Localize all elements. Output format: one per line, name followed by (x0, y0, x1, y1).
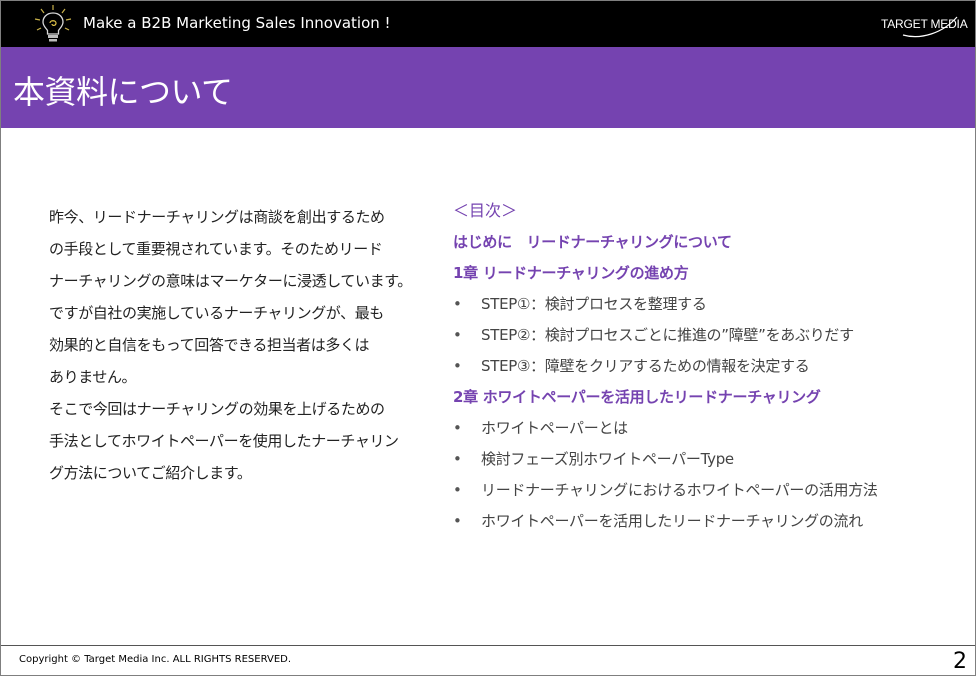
intro-line: ナーチャリングの意味はマーケターに浸透しています。 (49, 272, 412, 290)
bullet-icon: • (453, 357, 462, 375)
intro-line: 効果的と自信をもって回答できる担当者は多くは (49, 336, 370, 354)
intro-line: 手法としてホワイトペーパーを使用したナーチャリン (49, 432, 399, 450)
toc-item-label: STEP③：障壁をクリアするための情報を決定する (481, 357, 810, 375)
logo-swoosh-icon (902, 16, 958, 38)
intro-line: の手段として重要視されています。そのためリード (49, 240, 383, 258)
page-title: 本資料について (13, 73, 233, 111)
intro-line: ですが自社の実施しているナーチャリングが、最も (49, 304, 384, 322)
page-number: 2 (953, 649, 967, 674)
toc-chapter-2: 2章 ホワイトペーパーを活用したリードナーチャリング (453, 388, 821, 406)
bullet-icon: • (453, 295, 462, 313)
footer-divider (1, 645, 975, 646)
bullet-icon: • (453, 450, 462, 468)
toc-item-label: ホワイトペーパーとは (481, 419, 628, 437)
intro-line: 昨今、リードナーチャリングは商談を創出するため (49, 208, 385, 226)
header-tagline: Make a B2B Marketing Sales Innovation ! (83, 14, 391, 32)
toc-item: • 検討フェーズ別ホワイトペーパーType (453, 445, 953, 476)
slide: Make a B2B Marketing Sales Innovation ! … (0, 0, 976, 676)
toc-item-label: STEP②：検討プロセスごとに推進の”障壁”をあぶりだす (481, 326, 854, 344)
toc-item: • STEP②：検討プロセスごとに推進の”障壁”をあぶりだす (453, 321, 953, 352)
intro-line: ありません。 (49, 368, 137, 386)
bullet-icon: • (453, 512, 462, 530)
bullet-icon: • (453, 481, 462, 499)
intro-line: グ方法についてご紹介します。 (49, 464, 252, 482)
toc-item-label: STEP①：検討プロセスを整理する (481, 295, 707, 313)
toc-item: • STEP①：検討プロセスを整理する (453, 290, 953, 321)
target-media-logo: TARGET MEDIA (881, 13, 968, 39)
toc-item-label: リードナーチャリングにおけるホワイトペーパーの活用方法 (481, 481, 878, 499)
lightbulb-icon (34, 5, 72, 42)
toc-chapter-1: 1章 リードナーチャリングの進め方 (453, 264, 689, 282)
bullet-icon: • (453, 419, 462, 437)
toc-intro-chapter: はじめに リードナーチャリングについて (453, 233, 732, 251)
bullet-icon: • (453, 326, 462, 344)
toc-item-label: ホワイトペーパーを活用したリードナーチャリングの流れ (481, 512, 863, 530)
intro-text: 昨今、リードナーチャリングは商談を創出するため の手段として重要視されています。… (49, 203, 412, 491)
toc-item-label: 検討フェーズ別ホワイトペーパーType (481, 450, 734, 468)
title-bar: 本資料について (1, 47, 975, 128)
toc-heading: ＜目次＞ (453, 201, 518, 220)
toc-item: • リードナーチャリングにおけるホワイトペーパーの活用方法 (453, 476, 953, 507)
toc-item: • STEP③：障壁をクリアするための情報を決定する (453, 352, 953, 383)
toc-item: • ホワイトペーパーを活用したリードナーチャリングの流れ (453, 507, 953, 538)
table-of-contents: ＜目次＞ はじめに リードナーチャリングについて 1章 リードナーチャリングの進… (453, 197, 953, 538)
copyright-text: Copyright © Target Media Inc. ALL RIGHTS… (19, 654, 292, 665)
toc-item: • ホワイトペーパーとは (453, 414, 953, 445)
intro-line: そこで今回はナーチャリングの効果を上げるための (49, 400, 385, 418)
header-bar: Make a B2B Marketing Sales Innovation ! … (1, 1, 975, 47)
